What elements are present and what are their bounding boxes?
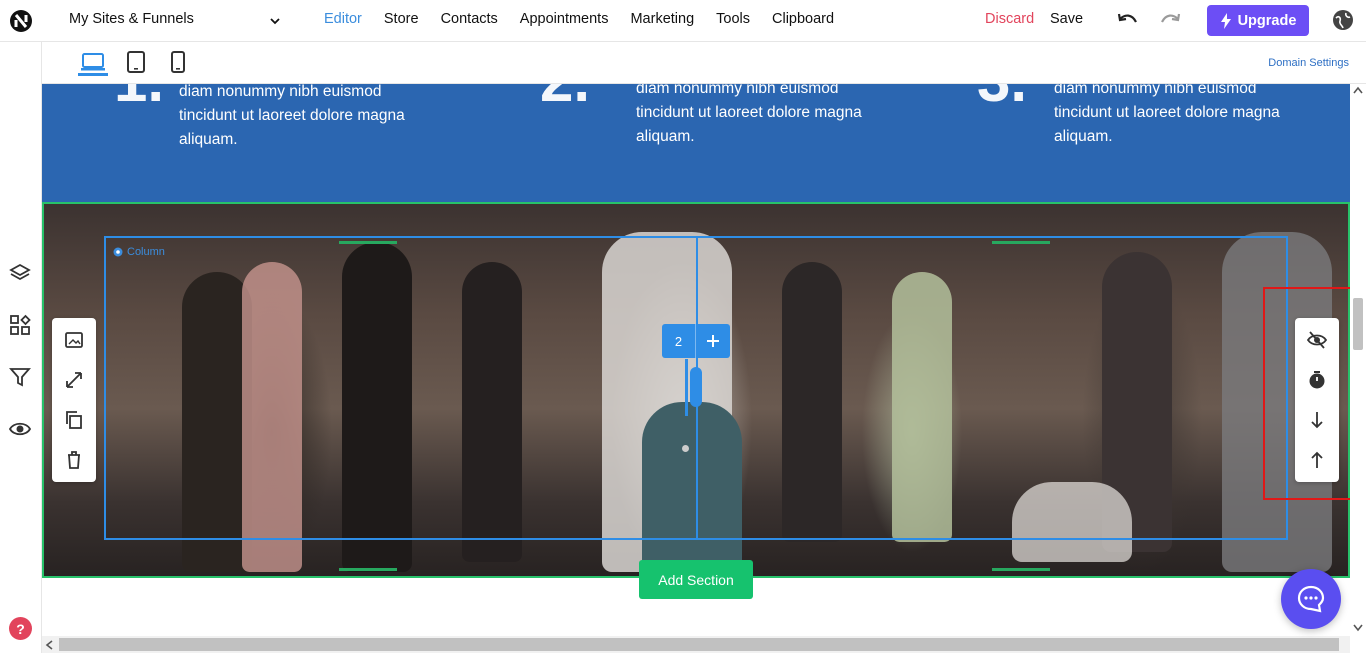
upgrade-button[interactable]: Upgrade [1207, 5, 1309, 36]
page-canvas: 1. diam nonummy nibh euismod tincidunt u… [42, 84, 1350, 636]
feature-line: tincidunt ut laoreet dolore magna [636, 104, 862, 121]
add-column-button[interactable] [696, 324, 730, 358]
drag-dot[interactable] [682, 445, 689, 452]
mobile-view-icon[interactable] [170, 51, 186, 73]
element-toolbar [52, 318, 96, 482]
column-label-text: Column [127, 246, 165, 258]
gear-icon [113, 247, 123, 257]
feature-line: diam nonummy nibh euismod [636, 84, 839, 97]
highlight-box [1263, 287, 1350, 500]
feature-line: aliquam. [636, 128, 695, 145]
left-toolbar [0, 42, 42, 653]
top-bar: My Sites & Funnels Editor Store Contacts… [0, 0, 1366, 42]
scroll-left-arrow-icon[interactable] [45, 640, 53, 650]
redo-icon[interactable] [1159, 11, 1181, 29]
feature-number: 2. [540, 84, 590, 115]
discard-button[interactable]: Discard [985, 11, 1034, 27]
feature-number: 1. [114, 84, 164, 115]
nav-appointments[interactable]: Appointments [520, 11, 609, 27]
preview-eye-icon[interactable] [9, 418, 31, 440]
elements-icon[interactable] [9, 314, 31, 336]
features-section: 1. diam nonummy nibh euismod tincidunt u… [42, 84, 1350, 202]
plus-icon [707, 335, 719, 347]
background-image-icon[interactable] [64, 330, 84, 350]
horizontal-scrollbar[interactable] [42, 636, 1350, 653]
globe-icon[interactable] [1332, 9, 1354, 31]
nav-marketing[interactable]: Marketing [630, 11, 694, 27]
duplicate-icon[interactable] [64, 410, 84, 430]
site-select[interactable]: My Sites & Funnels [69, 11, 194, 27]
column-resize-line [685, 359, 688, 416]
feature-text: diam nonummy nibh euismod tincidunt ut l… [1054, 84, 1280, 149]
desktop-view-icon[interactable] [80, 51, 106, 73]
chat-widget-button[interactable] [1281, 569, 1341, 629]
column-count-control: 2 [662, 324, 730, 358]
nav-store[interactable]: Store [384, 11, 419, 27]
feature-text: diam nonummy nibh euismod tincidunt ut l… [179, 84, 405, 152]
undo-icon[interactable] [1117, 11, 1139, 29]
nav-tools[interactable]: Tools [716, 11, 750, 27]
nav-contacts[interactable]: Contacts [441, 11, 498, 27]
section-handle-bottom[interactable] [339, 568, 397, 571]
nav-clipboard[interactable]: Clipboard [772, 11, 834, 27]
expand-icon[interactable] [64, 370, 84, 390]
section-handle-bottom[interactable] [992, 568, 1050, 571]
upgrade-label: Upgrade [1237, 12, 1297, 29]
horizontal-scroll-thumb[interactable] [59, 638, 1339, 651]
layers-icon[interactable] [9, 262, 31, 284]
logo-icon[interactable] [9, 9, 33, 33]
nav-editor[interactable]: Editor [324, 11, 362, 27]
column-label[interactable]: Column [112, 246, 165, 258]
chevron-down-icon[interactable] [268, 14, 282, 28]
filter-icon[interactable] [9, 366, 31, 388]
vertical-scroll-thumb[interactable] [1353, 298, 1363, 350]
feature-line: aliquam. [1054, 128, 1113, 145]
active-device-indicator [78, 73, 108, 76]
feature-line: tincidunt ut laoreet dolore magna [1054, 104, 1280, 121]
add-section-button[interactable]: Add Section [639, 560, 753, 599]
save-button[interactable]: Save [1050, 11, 1083, 27]
feature-line: diam nonummy nibh euismod [1054, 84, 1257, 97]
feature-line: diam nonummy nibh euismod [179, 84, 382, 100]
tablet-view-icon[interactable] [126, 51, 146, 73]
column-resize-handle[interactable] [690, 367, 702, 407]
lightning-icon [1220, 12, 1231, 29]
scroll-down-arrow-icon[interactable] [1353, 624, 1363, 632]
feature-line: aliquam. [179, 131, 238, 148]
help-button[interactable]: ? [9, 617, 32, 640]
feature-text: diam nonummy nibh euismod tincidunt ut l… [636, 84, 862, 149]
domain-settings-link[interactable]: Domain Settings [1268, 57, 1349, 69]
chat-bubble-icon [1297, 585, 1325, 613]
vertical-scrollbar[interactable] [1350, 84, 1366, 636]
scroll-up-arrow-icon[interactable] [1353, 86, 1363, 94]
device-bar: Domain Settings [42, 42, 1366, 84]
trash-icon[interactable] [64, 450, 84, 470]
column-count[interactable]: 2 [662, 324, 696, 358]
main-nav: Editor Store Contacts Appointments Marke… [324, 11, 856, 27]
feature-line: tincidunt ut laoreet dolore magna [179, 107, 405, 124]
feature-number: 3. [977, 84, 1027, 115]
